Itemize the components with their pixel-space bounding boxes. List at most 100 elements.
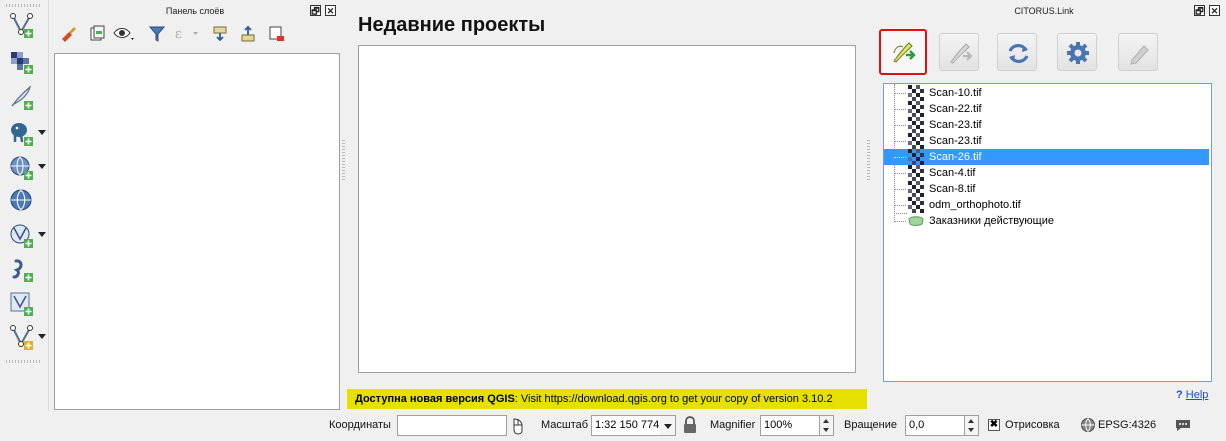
layers-panel-title: Панель слоёв xyxy=(165,6,225,16)
mouse-cursor-icon xyxy=(513,418,523,435)
add-raster-layer-icon xyxy=(11,52,33,74)
settings-button[interactable] xyxy=(1057,33,1097,71)
add-spatialite-layer-icon xyxy=(12,259,33,282)
add-wms-layer-icon xyxy=(10,156,33,180)
edit-button[interactable] xyxy=(1118,33,1158,71)
add-spatialite-layer-button[interactable] xyxy=(6,254,44,282)
new-temporary-layer-icon xyxy=(10,325,33,350)
tree-item[interactable]: Scan-23.tif xyxy=(884,117,1209,133)
refresh-button[interactable] xyxy=(997,33,1037,71)
tree-item-label: Scan-26.tif xyxy=(929,151,982,163)
layers-panel-titlebar[interactable]: Панель слоёв 🗗 ✕ xyxy=(49,3,341,19)
rotation-field[interactable]: 0,0 xyxy=(905,415,965,436)
tree-item-label: Заказники действующие xyxy=(929,215,1054,227)
float-panel-button[interactable]: 🗗 xyxy=(310,5,321,16)
add-wms-layer-button[interactable] xyxy=(6,152,46,180)
magnifier-label: Magnifier xyxy=(710,419,756,431)
layers-panel: Панель слоёв 🗗 ✕ ε xyxy=(49,0,341,411)
edit-pencil-icon xyxy=(1130,45,1149,65)
filter-by-expression-button[interactable]: ε xyxy=(173,24,198,44)
tree-branch xyxy=(894,125,906,126)
close-panel-button[interactable]: ✕ xyxy=(1209,5,1220,16)
tree-item[interactable]: Scan-8.tif xyxy=(884,181,1209,197)
float-panel-button[interactable]: 🗗 xyxy=(1194,5,1205,16)
add-group-button[interactable] xyxy=(87,24,107,44)
add-postgis-layer-button[interactable] xyxy=(6,118,46,146)
rotation-label: Вращение xyxy=(844,419,897,431)
manage-visibility-button[interactable] xyxy=(113,24,134,44)
tree-item-selected[interactable]: Scan-26.tif xyxy=(884,149,1209,165)
add-wfs-layer-button[interactable] xyxy=(6,220,46,248)
tree-branch xyxy=(894,109,906,110)
crs-button[interactable] xyxy=(1080,417,1096,436)
new-vector-layer-button[interactable] xyxy=(6,10,44,38)
tree-branch xyxy=(894,205,906,206)
coordinates-field[interactable] xyxy=(397,415,507,436)
layer-styling-button[interactable] xyxy=(59,24,79,44)
render-checkbox[interactable]: ✖ xyxy=(988,419,1000,431)
remove-layer-icon xyxy=(269,26,284,41)
expression-epsilon-icon: ε xyxy=(175,27,198,42)
filter-legend-button[interactable] xyxy=(147,24,167,44)
add-raster-layer-button[interactable] xyxy=(6,46,44,74)
tree-item[interactable]: Заказники действующие xyxy=(884,213,1209,229)
citorus-panel-titlebar[interactable]: CITORUS.Link 🗗 ✕ xyxy=(874,3,1226,19)
toolbar-grip[interactable] xyxy=(6,4,40,7)
eye-icon xyxy=(113,28,134,40)
tree-branch xyxy=(894,93,906,94)
raster-layer-icon xyxy=(908,117,924,133)
raster-layer-icon xyxy=(908,133,924,149)
rotation-spinner[interactable] xyxy=(965,415,979,436)
paintbrush-icon xyxy=(62,27,76,42)
add-wcs-layer-button[interactable] xyxy=(6,186,44,214)
crs-label[interactable]: EPSG:4326 xyxy=(1098,419,1156,431)
remove-layer-button[interactable] xyxy=(267,24,287,44)
splitter-grip[interactable] xyxy=(342,140,345,180)
toolbar-grip[interactable] xyxy=(6,360,40,363)
tree-item[interactable]: Scan-22.tif xyxy=(884,101,1209,117)
add-delimited-text-button[interactable] xyxy=(6,82,44,110)
messages-button[interactable] xyxy=(1174,417,1192,436)
settings-gear-icon xyxy=(1067,42,1089,64)
magnifier-field[interactable]: 100% xyxy=(760,415,820,436)
link-layer-button[interactable] xyxy=(879,29,927,75)
unlink-layer-button[interactable] xyxy=(939,33,979,71)
scale-dropdown-button[interactable] xyxy=(660,415,676,436)
lock-scale-button[interactable] xyxy=(683,416,697,437)
tree-item[interactable]: Scan-23.tif xyxy=(884,133,1209,149)
new-temporary-layer-button[interactable] xyxy=(6,322,46,350)
citorus-layers-tree[interactable]: Scan-10.tif Scan-22.tif Scan-23.tif Scan… xyxy=(883,83,1212,382)
chevron-down-icon xyxy=(38,334,46,339)
tree-branch xyxy=(894,189,906,190)
new-vector-layer-icon xyxy=(10,13,33,38)
scale-combobox[interactable]: 1:32 150 774 xyxy=(591,415,661,436)
toggle-extents-button[interactable] xyxy=(511,417,527,438)
data-source-toolbar xyxy=(0,0,49,411)
update-banner-text: : Visit https://download.qgis.org to get… xyxy=(514,393,833,405)
expand-all-button[interactable] xyxy=(211,24,231,44)
tree-item[interactable]: odm_orthophoto.tif xyxy=(884,197,1209,213)
help-link[interactable]: ? Help xyxy=(1176,389,1208,401)
recent-projects-title: Недавние проекты xyxy=(358,14,546,36)
chevron-down-icon xyxy=(38,232,46,237)
scale-label: Масштаб xyxy=(541,419,589,431)
expand-all-icon xyxy=(213,26,227,42)
tree-branch xyxy=(894,173,906,174)
splitter-grip[interactable] xyxy=(867,140,870,180)
chevron-down-icon xyxy=(38,130,46,135)
tree-branch xyxy=(894,221,906,222)
add-delimited-text-icon xyxy=(11,85,33,110)
tree-item-label: Scan-10.tif xyxy=(929,87,982,99)
tree-item[interactable]: Scan-4.tif xyxy=(884,165,1209,181)
update-available-banner[interactable]: Доступна новая версия QGIS: Visit https:… xyxy=(347,389,867,409)
recent-projects-list[interactable] xyxy=(358,45,856,373)
status-bar: Координаты Масштаб 1:32 150 774 Magnifie… xyxy=(0,411,1226,441)
tree-branch xyxy=(894,141,906,142)
raster-layer-icon xyxy=(908,197,924,213)
add-virtual-layer-button[interactable] xyxy=(6,288,44,316)
tree-item[interactable]: Scan-10.tif xyxy=(884,85,1209,101)
close-panel-button[interactable]: ✕ xyxy=(325,5,336,16)
layers-tree[interactable] xyxy=(54,53,340,410)
magnifier-spinner[interactable] xyxy=(820,415,834,436)
collapse-all-button[interactable] xyxy=(239,24,259,44)
